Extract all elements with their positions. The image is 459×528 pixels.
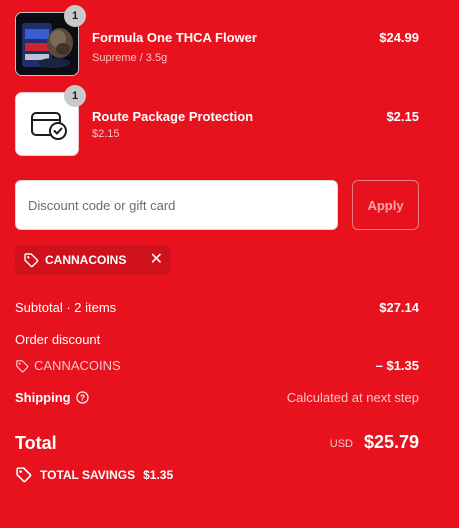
line-item: 1 Formula One THCA Flower Supreme / 3.5g… bbox=[15, 5, 419, 76]
shipping-label: Shipping bbox=[15, 390, 71, 405]
savings-label: TOTAL SAVINGS bbox=[40, 467, 136, 482]
quantity-badge: 1 bbox=[64, 85, 86, 107]
discount-code-input[interactable] bbox=[15, 180, 338, 230]
subtotal-label: Subtotal · 2 items bbox=[15, 300, 117, 315]
total-row: Total USD $25.79 bbox=[15, 431, 419, 457]
discount-code-group: CANNACOINS bbox=[15, 358, 121, 373]
currency-code: USD bbox=[329, 438, 353, 450]
apply-button[interactable]: Apply bbox=[352, 180, 419, 230]
order-summary: 1 Formula One THCA Flower Supreme / 3.5g… bbox=[0, 0, 459, 528]
tag-icon bbox=[15, 359, 29, 373]
tag-icon bbox=[23, 252, 39, 268]
applied-discount-chip: CANNACOINS ✕ bbox=[15, 245, 171, 275]
quantity-badge: 1 bbox=[64, 5, 86, 27]
line-item: 1 Route Package Protection $2.15 $2.15 bbox=[15, 85, 419, 156]
total-label: Total bbox=[15, 433, 57, 453]
shipping-group: Shipping ? bbox=[15, 390, 89, 405]
savings-value: $1.35 bbox=[143, 467, 174, 482]
order-discount-row: Order discount bbox=[15, 332, 419, 347]
order-discount-label: Order discount bbox=[15, 332, 101, 347]
item-price: $2.15 bbox=[386, 109, 419, 124]
remove-code-icon[interactable]: ✕ bbox=[150, 252, 163, 268]
discount-value: – $1.35 bbox=[375, 358, 419, 373]
discount-code-label: CANNACOINS bbox=[34, 358, 121, 373]
applied-code-label: CANNACOINS bbox=[45, 253, 127, 267]
subtotal-value: $27.14 bbox=[379, 300, 419, 315]
tag-icon bbox=[15, 466, 32, 483]
shipping-row: Shipping ? Calculated at next step bbox=[15, 390, 419, 405]
svg-text:?: ? bbox=[80, 393, 85, 403]
total-value: $25.79 bbox=[363, 432, 419, 452]
total-savings: TOTAL SAVINGS $1.35 bbox=[15, 466, 173, 483]
shipping-value: Calculated at next step bbox=[286, 390, 419, 405]
item-price: $24.99 bbox=[379, 30, 419, 45]
discount-code-row: CANNACOINS – $1.35 bbox=[15, 358, 419, 376]
item-title: Route Package Protection bbox=[92, 109, 254, 124]
item-variant: $2.15 bbox=[92, 128, 120, 140]
subtotal-row: Subtotal · 2 items $27.14 bbox=[15, 300, 419, 315]
help-icon[interactable]: ? bbox=[75, 391, 89, 404]
item-variant: Supreme / 3.5g bbox=[92, 52, 168, 64]
item-title: Formula One THCA Flower bbox=[92, 30, 257, 45]
